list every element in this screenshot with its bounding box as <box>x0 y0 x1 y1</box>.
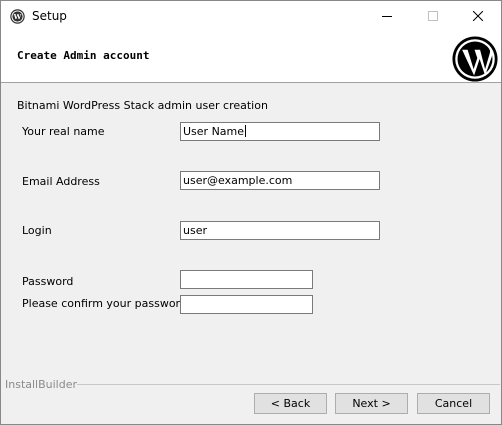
email-value: user@example.com <box>183 174 293 187</box>
page-title: Create Admin account <box>17 49 150 62</box>
minimize-icon <box>382 16 392 17</box>
text-caret <box>245 125 247 137</box>
installbuilder-brand: InstallBuilder <box>5 378 78 391</box>
login-value: user <box>183 224 207 237</box>
close-button[interactable] <box>455 1 501 32</box>
login-input[interactable]: user <box>180 221 380 240</box>
page-header: Create Admin account <box>1 32 501 83</box>
form-subtitle: Bitnami WordPress Stack admin user creat… <box>17 99 268 112</box>
real-name-input[interactable]: User Name <box>180 122 380 141</box>
cancel-button[interactable]: Cancel <box>417 393 490 414</box>
maximize-button <box>410 1 456 32</box>
confirm-password-label: Please confirm your password <box>22 297 187 310</box>
setup-window: W Setup Create Admin account Bitnami Wor… <box>0 0 502 425</box>
back-button[interactable]: < Back <box>254 393 327 414</box>
minimize-button[interactable] <box>364 1 410 32</box>
title-bar: W Setup <box>1 1 501 32</box>
login-label: Login <box>22 224 52 237</box>
wordpress-logo-icon <box>452 36 498 82</box>
next-button[interactable]: Next > <box>335 393 408 414</box>
password-input[interactable] <box>180 270 313 289</box>
svg-text:W: W <box>13 13 22 21</box>
footer-divider <box>77 384 500 385</box>
password-label: Password <box>22 275 74 288</box>
wordpress-app-icon: W <box>10 9 25 24</box>
maximize-icon <box>428 11 438 21</box>
confirm-password-input[interactable] <box>180 295 313 314</box>
real-name-value: User Name <box>183 125 245 138</box>
email-input[interactable]: user@example.com <box>180 171 380 190</box>
real-name-label: Your real name <box>22 125 105 138</box>
close-icon <box>473 11 483 21</box>
email-label: Email Address <box>22 175 100 188</box>
window-title: Setup <box>32 9 67 23</box>
